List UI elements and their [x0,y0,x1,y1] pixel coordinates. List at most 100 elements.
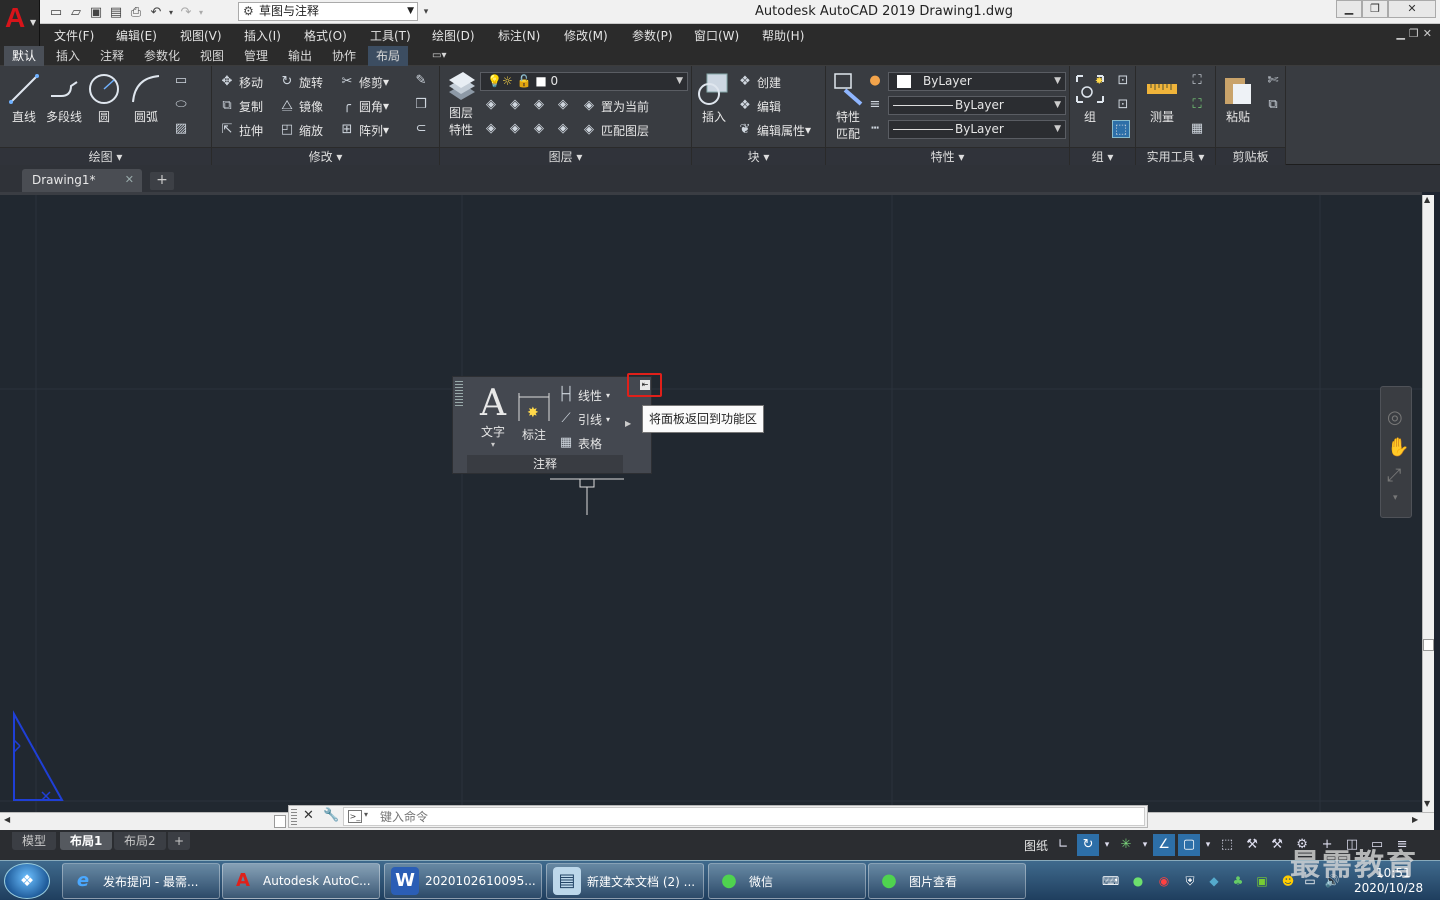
panel-title-clipboard[interactable]: 剪贴板 [1216,147,1285,165]
group-button[interactable]: ✸ 组 [1070,72,1110,132]
taskbar-item-notepad[interactable]: ▤ 新建文本文档 (2) ... [546,863,704,899]
layer-unlock-icon[interactable]: ◈ [554,120,572,138]
command-input[interactable] [380,808,1080,825]
text-button[interactable]: A 文字 ▾ [475,385,511,450]
clock-time[interactable]: 10:51 [1376,866,1411,880]
scroll-left-icon[interactable]: ◀ [4,815,10,824]
mirror-button[interactable]: ⧋ 镜像 [278,96,323,116]
match-layer-button[interactable]: ◈ 匹配图层 [580,120,649,140]
menu-format[interactable]: 格式(O) [304,27,347,44]
copy-clip-icon[interactable]: ⧉ [1264,96,1282,114]
return-panel-to-ribbon-button[interactable]: ⇤ [627,373,662,397]
close-button[interactable]: ✕ [1388,0,1436,18]
open-file-icon[interactable]: ▱ [66,3,86,21]
wrench-icon[interactable]: 🔧 [323,808,339,823]
chevron-down-icon[interactable]: ▾ [364,810,368,819]
tab-layout2[interactable]: 布局2 [114,832,166,850]
select-all-icon[interactable]: ⛶ [1188,96,1206,114]
start-button[interactable]: ❖ [4,863,50,899]
layer-unisolate-icon[interactable]: ◈ [506,120,524,138]
menu-insert[interactable]: 插入(I) [244,27,281,44]
color-wheel-icon[interactable]: ● [866,72,884,90]
rectangle-icon[interactable]: ▭ [172,72,190,90]
scale-button[interactable]: ◰ 缩放 [278,120,323,140]
panel-title-draw[interactable]: 绘图 ▾ [0,147,211,165]
document-window-controls[interactable]: ▁❐✕ [1396,27,1436,40]
lineweight-icon[interactable]: ≡ [866,96,884,114]
tab-manage[interactable]: 管理 [236,46,276,66]
taskbar-item-ie[interactable]: e 发布提问 - 最需... [62,863,220,899]
tab-view[interactable]: 视图 [192,46,232,66]
copy-button[interactable]: ⧉ 复制 [218,96,263,116]
tab-annotate[interactable]: 注释 [92,46,132,66]
annotation-visibility-icon[interactable]: ⚒ [1241,834,1263,856]
shield-icon[interactable]: ⛨ [1182,873,1198,889]
chevron-down-icon[interactable]: ▾ [1140,834,1150,856]
menu-help[interactable]: 帮助(H) [762,27,804,44]
save-as-icon[interactable]: ▤ [106,3,126,21]
arc-button[interactable]: 圆弧 [126,72,166,132]
measure-button[interactable]: 测量 [1142,72,1182,132]
quick-select-icon[interactable]: ⛶ [1188,72,1206,90]
linetype-select[interactable]: ByLayer ▼ [888,120,1066,139]
redo-icon[interactable]: ↷ [176,3,196,21]
wechat-tray-icon[interactable]: ● [1130,873,1146,889]
calculator-icon[interactable]: ▦ [1188,120,1206,138]
set-current-layer-button[interactable]: ◈ 置为当前 [580,96,649,116]
scrollbar-thumb[interactable] [1423,639,1434,651]
close-icon[interactable]: ✕ [125,169,134,191]
lineweight-select[interactable]: ByLayer ▼ [888,96,1066,115]
circle-button[interactable]: 圆 [84,72,124,132]
zoom-extents-icon[interactable]: ⤢ [1387,465,1401,486]
expand-panel-icon[interactable]: ▶ [625,419,631,428]
tab-layout[interactable]: 布局 [368,46,409,66]
leaf-icon[interactable]: ♣ [1230,873,1246,889]
array-button[interactable]: ⊞ 阵列 ▾ [338,120,390,140]
add-layout-button[interactable]: + [168,832,191,850]
match-properties-button[interactable]: 特性 匹配 [828,72,868,141]
new-drawing-tab-button[interactable]: + [150,172,174,190]
object-snap-icon[interactable]: ▢ [1178,834,1201,856]
menu-edit[interactable]: 编辑(E) [116,27,157,44]
tab-default[interactable]: 默认 [4,46,45,66]
save-icon[interactable]: ▣ [86,3,106,21]
layer-select[interactable]: 💡☼ 🔓 ■ 0 ▼ [480,72,688,91]
linetype-icon[interactable]: ┅ [866,120,884,138]
menu-dimension[interactable]: 标注(N) [498,27,540,44]
layer-lock-icon[interactable]: ◈ [554,96,572,114]
scroll-up-icon[interactable]: ▲ [1424,195,1430,204]
menu-parametric[interactable]: 参数(P) [632,27,673,44]
nvidia-icon[interactable]: ▣ [1254,873,1270,889]
vertical-scrollbar[interactable]: ▲ ▼ [1422,195,1434,812]
command-grip-handle[interactable] [291,809,297,825]
close-icon[interactable]: ✕ [303,808,314,823]
layer-off-icon[interactable]: ◈ [482,96,500,114]
leader-button[interactable]: ⟋ 引线 ▾ [557,409,610,429]
fillet-button[interactable]: ╭ 圆角 ▾ [338,96,389,116]
layer-thaw-icon[interactable]: ◈ [530,120,548,138]
panel-title-layer[interactable]: 图层 ▾ [440,147,691,165]
customize-quick-access-icon[interactable]: ▾ [419,3,433,21]
clock-date[interactable]: 2020/10/28 [1354,881,1423,895]
cube-icon[interactable]: ◆ [1206,873,1222,889]
ungroup-icon[interactable]: ⊡ [1114,72,1132,90]
object-snap-tracking-icon[interactable]: ↻ [1077,834,1100,856]
group-edit-icon[interactable]: ⊡ [1114,96,1132,114]
move-button[interactable]: ✥ 移动 [218,72,263,92]
line-button[interactable]: 直线 [4,72,44,132]
offset-icon[interactable]: ⊂ [412,120,430,138]
security-icon[interactable]: ◉ [1156,873,1172,889]
keyboard-icon[interactable]: ⌨ [1102,873,1119,889]
hscrollbar-thumb[interactable] [274,815,286,828]
taskbar-item-image-viewer[interactable]: ● 图片查看 [868,863,1026,899]
color-select[interactable]: ByLayer ▼ [888,72,1066,91]
panel-title-utilities[interactable]: 实用工具 ▾ [1136,147,1215,165]
table-button[interactable]: ▦ 表格 [557,433,602,453]
tab-model[interactable]: 模型 [12,832,57,850]
polyline-button[interactable]: 多段线 [42,72,86,132]
panel-title-block[interactable]: 块 ▾ [692,147,825,165]
insert-block-button[interactable]: 插入 [694,72,734,132]
layer-properties-button[interactable]: 图层 特性 [442,72,480,137]
drawing-canvas[interactable] [0,192,1422,812]
selection-cycling-icon[interactable]: ⬚ [1216,834,1238,856]
